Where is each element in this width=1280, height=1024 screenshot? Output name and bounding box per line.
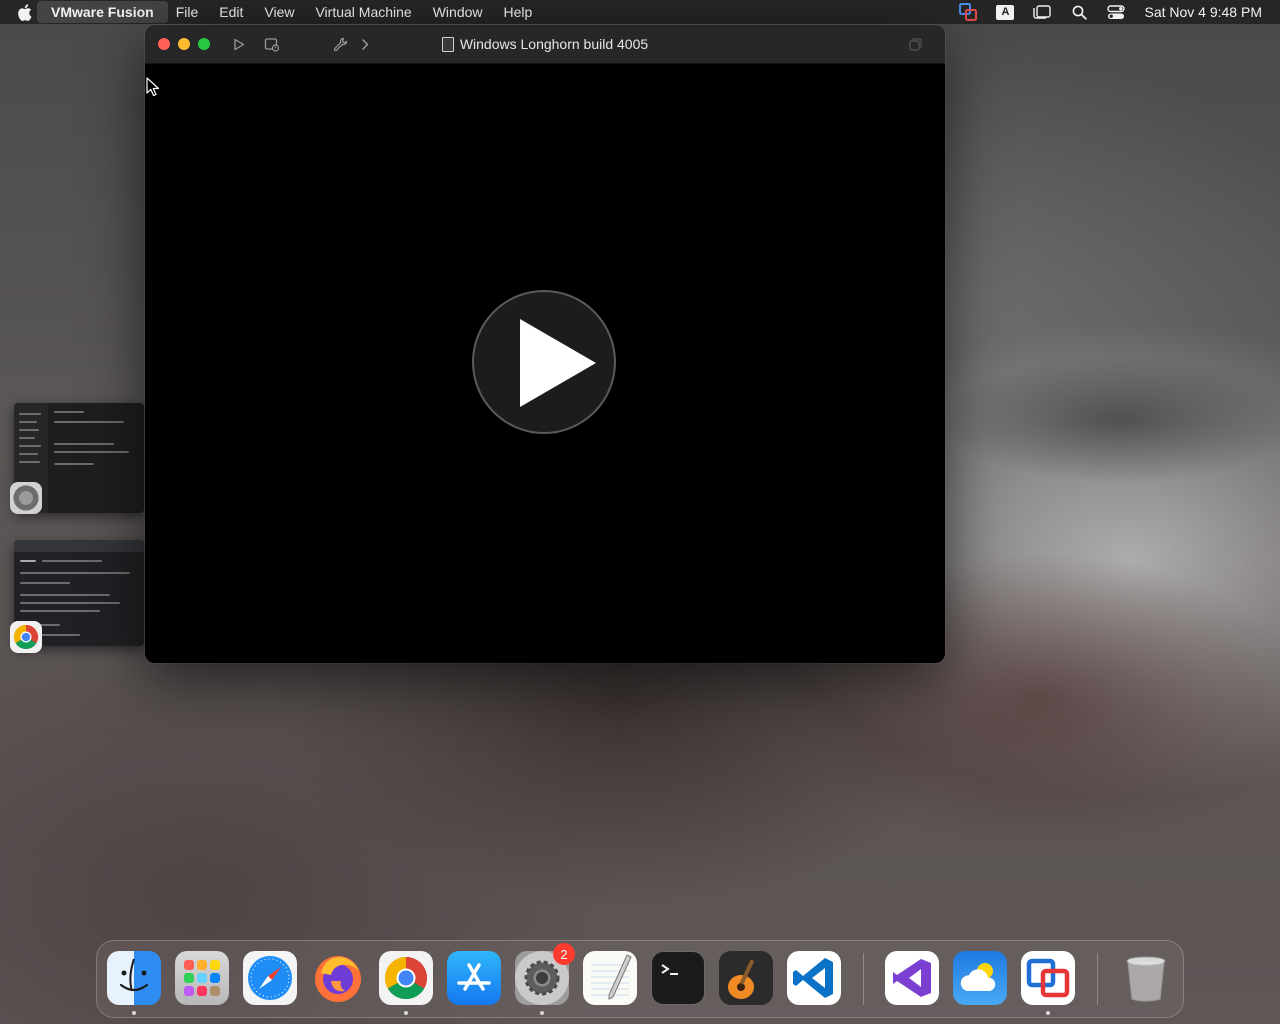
menu-virtual-machine[interactable]: Virtual Machine (315, 4, 411, 20)
menu-edit[interactable]: Edit (219, 4, 243, 20)
window-stack-icon (908, 37, 922, 51)
control-center-icon[interactable] (1107, 3, 1126, 21)
power-on-button[interactable] (229, 35, 249, 53)
terminal-icon (661, 964, 678, 975)
dock: 2 (96, 940, 1184, 1018)
window-titlebar[interactable]: Windows Longhorn build 4005 (145, 25, 945, 64)
dock-system-settings[interactable]: 2 (515, 943, 575, 1015)
menu-clock[interactable]: Sat Nov 4 9:48 PM (1144, 4, 1262, 20)
dock-weather[interactable] (953, 951, 1007, 1005)
finder-icon (119, 958, 149, 992)
finder-running-indicator (132, 1011, 136, 1015)
safari-compass-icon (248, 956, 292, 1000)
vmware-fusion-running-indicator (1046, 1011, 1050, 1015)
vmware-fusion-icon (1026, 958, 1070, 998)
launchpad-grid-icon (184, 960, 220, 996)
input-source-icon[interactable]: A (996, 3, 1015, 21)
chrome-thumbnail-icon (10, 621, 42, 653)
chrome-icon (384, 957, 428, 1000)
vm-window: Windows Longhorn build 4005 (145, 25, 945, 663)
snapshot-icon (264, 37, 280, 52)
visual-studio-icon (893, 959, 931, 997)
dock-terminal[interactable] (651, 951, 705, 1005)
play-icon (234, 38, 245, 50)
trash-icon (1126, 956, 1166, 1002)
menu-window[interactable]: Window (433, 4, 483, 20)
system-settings-thumbnail-icon (10, 482, 42, 514)
toolbar-overflow-button[interactable] (355, 35, 375, 53)
window-title-text: Windows Longhorn build 4005 (459, 36, 649, 52)
input-source-label: A (996, 4, 1015, 20)
wrench-icon (333, 37, 347, 51)
weather-cloud-icon (960, 963, 996, 991)
start-vm-play-button[interactable] (472, 290, 616, 434)
menu-file[interactable]: File (176, 4, 199, 20)
minimize-window-button[interactable] (178, 38, 190, 50)
vm-document-icon (441, 36, 454, 52)
dock-chrome[interactable] (379, 951, 433, 1015)
dock-finder[interactable] (107, 951, 161, 1015)
play-icon (520, 319, 596, 407)
apple-menu-icon[interactable] (17, 3, 37, 21)
chevron-right-icon (362, 38, 369, 50)
dock-textedit[interactable] (583, 951, 637, 1005)
vscode-icon (793, 958, 833, 998)
app-store-icon (457, 963, 491, 991)
snapshots-button[interactable] (262, 35, 282, 53)
dock-launchpad[interactable] (175, 951, 229, 1005)
dock-vscode[interactable] (787, 951, 841, 1005)
system-settings-badge: 2 (553, 943, 575, 965)
menu-bar: VMware Fusion File Edit View Virtual Mac… (0, 0, 1280, 24)
dock-vmware-fusion[interactable] (1021, 951, 1075, 1015)
guitar-icon (728, 959, 755, 999)
dock-app-store[interactable] (447, 951, 501, 1005)
system-settings-running-indicator (540, 1011, 544, 1015)
dock-garageband[interactable] (719, 951, 773, 1005)
vmware-status-icon[interactable] (959, 3, 978, 21)
menu-help[interactable]: Help (504, 4, 533, 20)
menu-view[interactable]: View (264, 4, 294, 20)
settings-wrench-button[interactable] (330, 35, 350, 53)
stage-manager-icon[interactable] (1033, 3, 1052, 21)
chrome-running-indicator (404, 1011, 408, 1015)
menu-app-name[interactable]: VMware Fusion (37, 1, 168, 23)
vm-display[interactable] (145, 64, 945, 663)
dock-firefox[interactable] (311, 951, 365, 1005)
close-window-button[interactable] (158, 38, 170, 50)
dock-safari[interactable] (243, 951, 297, 1005)
textedit-icon (591, 954, 632, 1000)
firefox-icon (315, 956, 361, 1002)
search-icon[interactable] (1070, 3, 1088, 21)
dock-visual-studio[interactable] (885, 951, 939, 1005)
zoom-window-button[interactable] (198, 38, 210, 50)
dock-separator (863, 953, 864, 1005)
dock-trash[interactable] (1119, 951, 1173, 1005)
thumbnail-tabbar (14, 540, 144, 552)
mouse-cursor-icon (146, 77, 160, 97)
unity-view-button[interactable] (905, 35, 925, 53)
dock-separator (1097, 953, 1098, 1005)
